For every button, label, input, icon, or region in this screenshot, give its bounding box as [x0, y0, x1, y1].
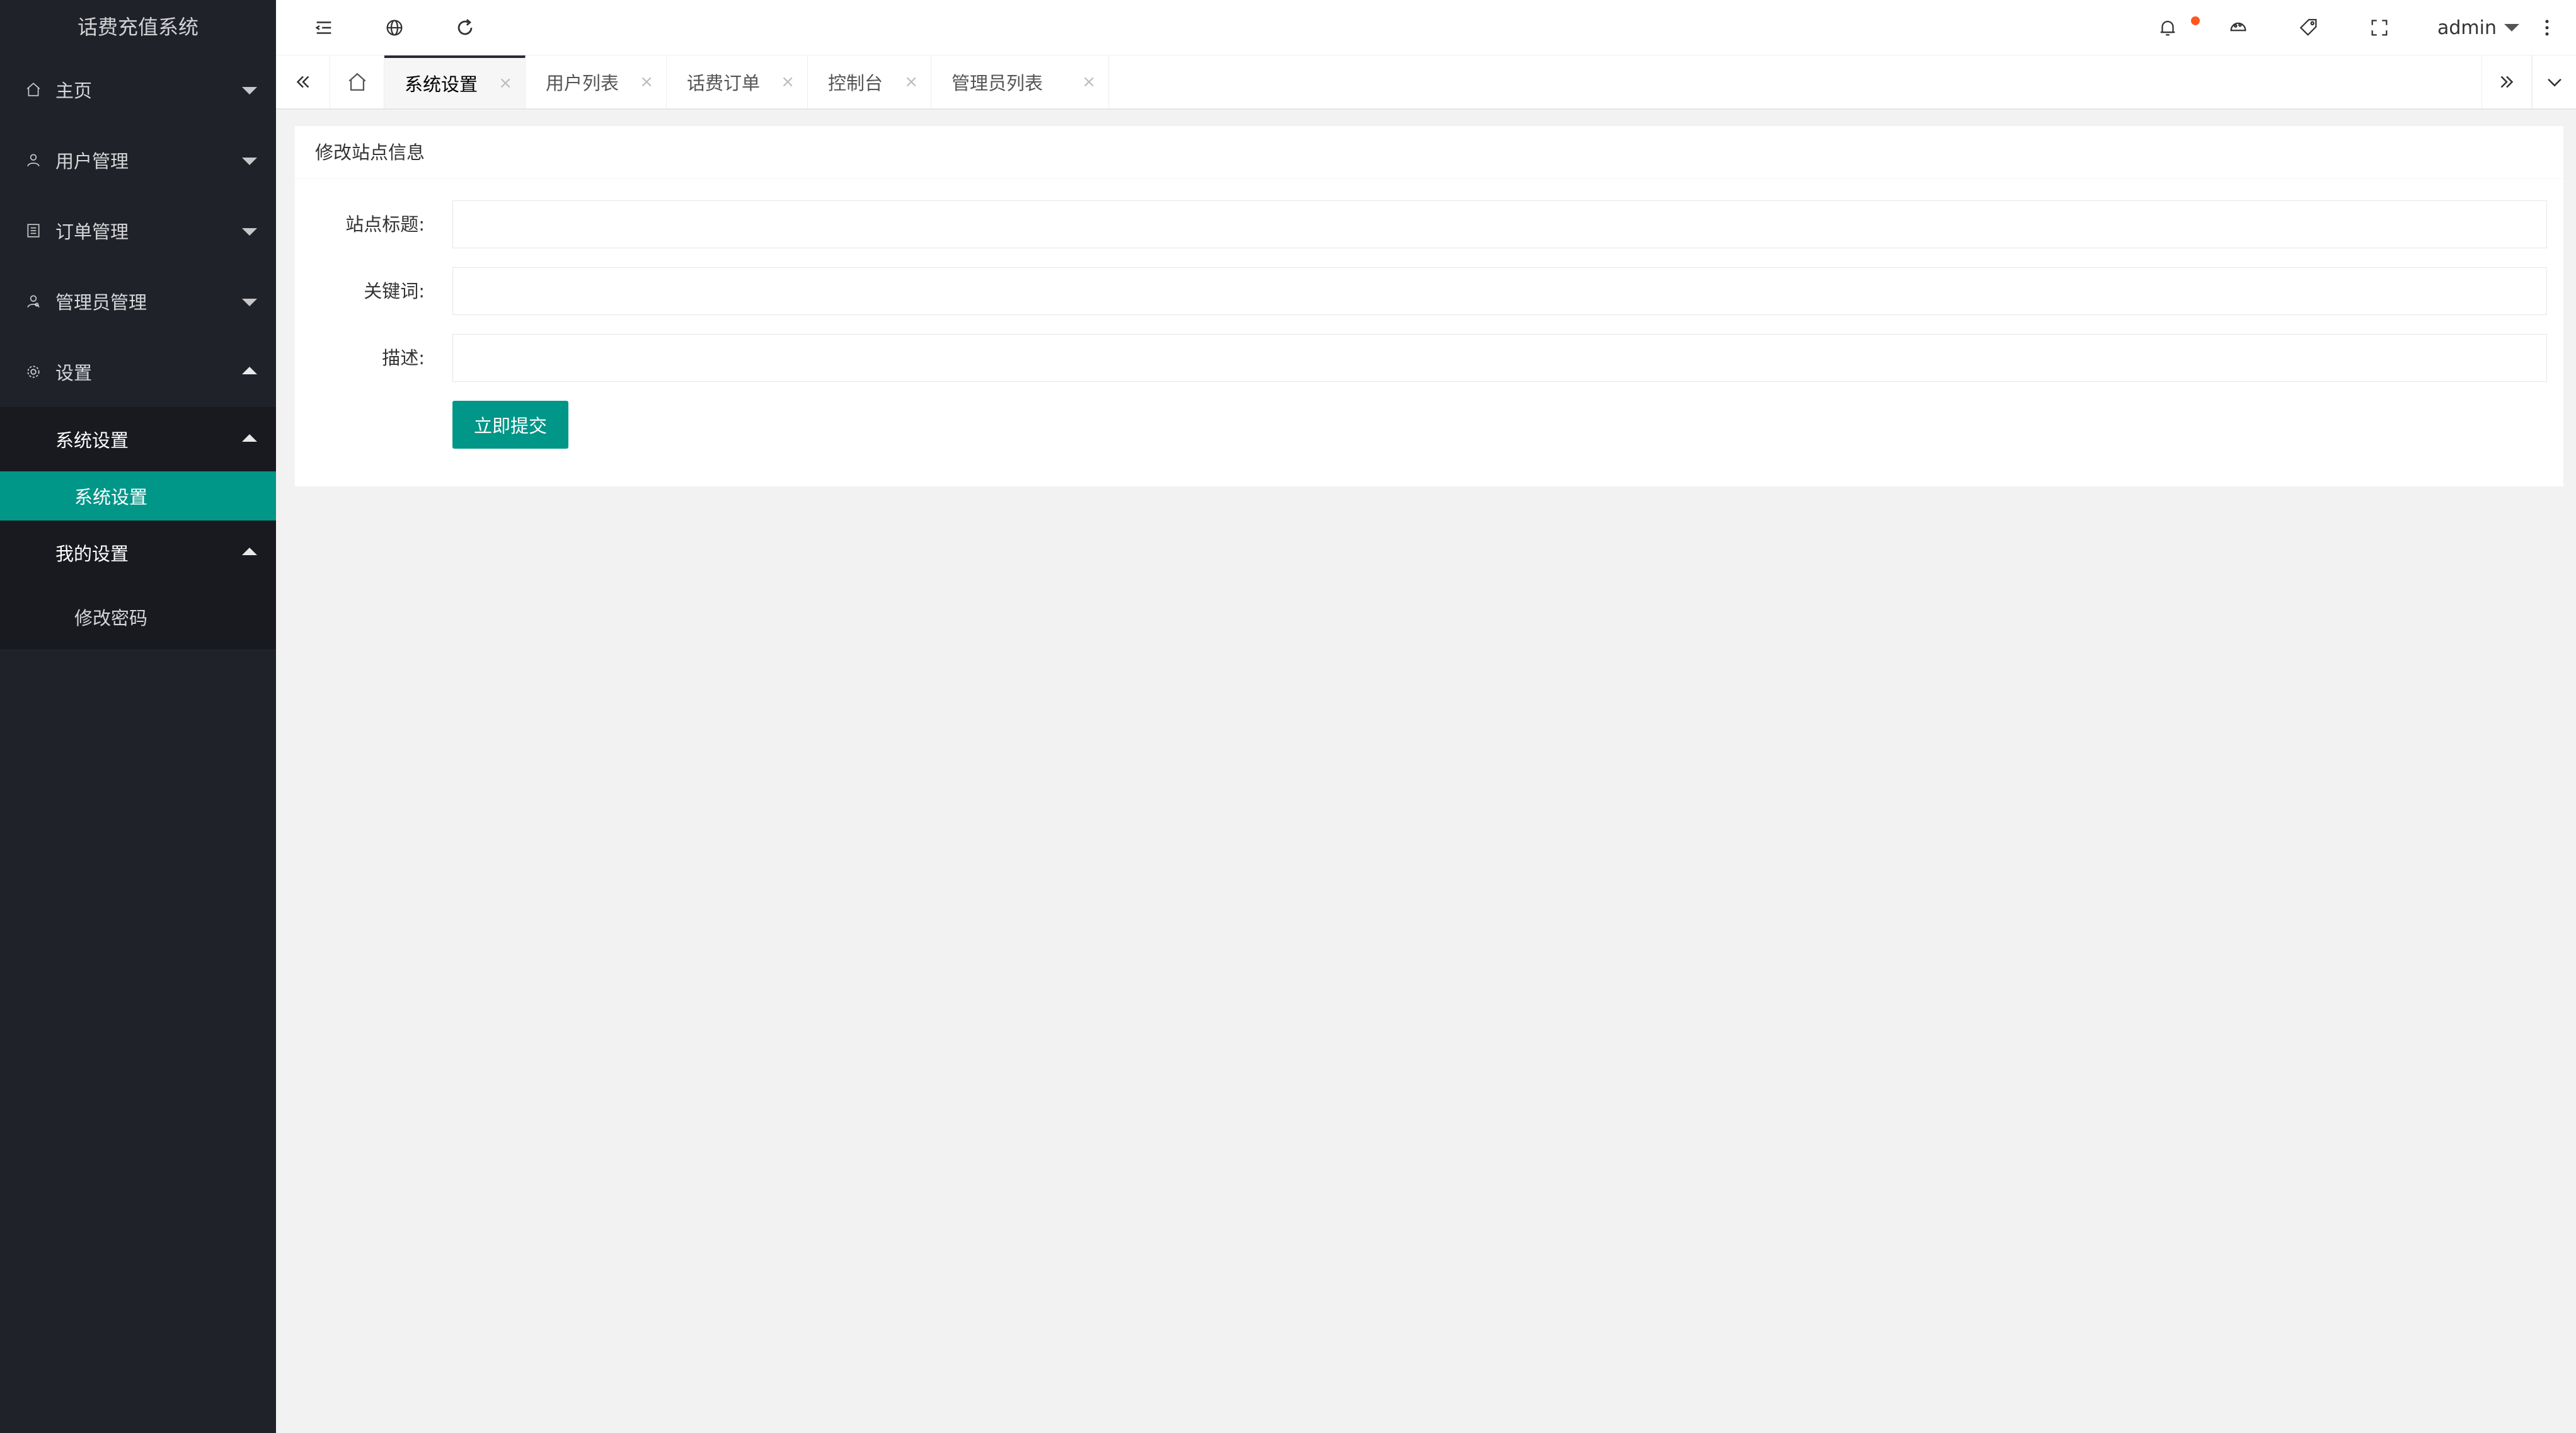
sidebar-item-label: 主页 [55, 80, 93, 101]
tab-system-settings[interactable]: 系统设置 × [384, 55, 526, 108]
tab-console[interactable]: 控制台 × [808, 55, 931, 108]
keywords-input[interactable] [452, 267, 2547, 315]
tabs-bar: 系统设置 × 用户列表 × 话费订单 × 控制台 × 管理员列表 × [276, 55, 2576, 110]
tab-label: 控制台 [828, 72, 883, 94]
tag-icon[interactable] [2295, 14, 2323, 42]
globe-icon[interactable] [381, 14, 408, 42]
submit-button[interactable]: 立即提交 [452, 401, 568, 449]
more-icon[interactable] [2533, 14, 2561, 42]
sidebar-item-users[interactable]: 用户管理 [0, 125, 276, 195]
description-label: 描述: [382, 347, 425, 369]
close-icon[interactable]: × [1082, 72, 1096, 91]
form-row-description: 描述: [295, 334, 2563, 382]
tab-admin-list[interactable]: 管理员列表 × [931, 55, 1109, 108]
tabs-scroll-left-button[interactable] [276, 55, 330, 108]
tab-user-list[interactable]: 用户列表 × [526, 55, 667, 108]
sidebar: 话费充值系统 主页 用户管理 订单管理 管理员管理 设置 系统设置 系统设置 我… [0, 0, 276, 1433]
close-icon[interactable]: × [904, 72, 918, 91]
submenu-group-label: 系统设置 [55, 430, 129, 451]
sidebar-item-settings[interactable]: 设置 [0, 337, 276, 407]
user-icon [24, 151, 43, 170]
form-row-keywords: 关键词: [295, 267, 2563, 315]
tab-label: 用户列表 [546, 72, 619, 94]
submenu-group-system-settings[interactable]: 系统设置 [0, 407, 276, 471]
sidebar-item-label: 订单管理 [55, 221, 129, 243]
user-menu[interactable]: admin [2437, 14, 2519, 42]
submenu-item-change-password[interactable]: 修改密码 [0, 585, 276, 649]
settings-submenu: 系统设置 系统设置 我的设置 修改密码 [0, 407, 276, 649]
chevron-up-icon [242, 434, 257, 442]
order-icon [24, 221, 43, 240]
chevron-down-icon [242, 299, 257, 306]
notification-dot [2191, 16, 2200, 25]
sidebar-item-home[interactable]: 主页 [0, 54, 276, 125]
home-icon [24, 80, 43, 99]
sidebar-item-label: 管理员管理 [55, 292, 147, 313]
card-title: 修改站点信息 [295, 126, 2563, 179]
tab-label: 话费订单 [687, 72, 761, 94]
bell-icon[interactable] [2154, 14, 2182, 42]
submenu-item-system-settings[interactable]: 系统设置 [0, 471, 276, 521]
submenu-group-my-settings[interactable]: 我的设置 [0, 521, 276, 585]
home-icon [348, 72, 366, 91]
tab-label: 系统设置 [405, 74, 478, 95]
site-title-input[interactable] [452, 200, 2547, 248]
top-header: admin [276, 0, 2576, 55]
description-input[interactable] [452, 334, 2547, 382]
close-icon[interactable]: × [498, 74, 512, 93]
chevron-down-icon [2504, 24, 2519, 32]
site-info-card: 修改站点信息 站点标题: 关键词: 描述: 立即提交 [295, 126, 2563, 486]
chevron-up-icon [242, 548, 257, 555]
chevron-up-icon [242, 367, 257, 374]
close-icon[interactable]: × [640, 72, 653, 91]
close-icon[interactable]: × [781, 72, 795, 91]
chevron-down-icon [242, 228, 257, 236]
sidebar-item-label: 用户管理 [55, 151, 129, 172]
username-label: admin [2437, 16, 2497, 39]
double-chevron-left-icon [296, 76, 309, 88]
tab-label: 管理员列表 [952, 72, 1044, 94]
menu-toggle-icon[interactable] [310, 14, 338, 42]
tabs-scroll-right-button[interactable] [2481, 55, 2532, 108]
sidebar-item-orders[interactable]: 订单管理 [0, 195, 276, 266]
form-row-site-title: 站点标题: [295, 200, 2563, 248]
tab-home[interactable] [330, 55, 384, 108]
chevron-down-icon [2547, 78, 2562, 87]
sidebar-item-admins[interactable]: 管理员管理 [0, 266, 276, 337]
keywords-label: 关键词: [364, 280, 425, 302]
submenu-group-label: 我的设置 [55, 543, 129, 565]
site-title-label: 站点标题: [345, 214, 425, 235]
theme-icon[interactable] [2224, 14, 2252, 42]
tab-recharge-orders[interactable]: 话费订单 × [667, 55, 808, 108]
admin-icon [24, 292, 43, 311]
chevron-down-icon [242, 87, 257, 95]
tabs-menu-button[interactable] [2532, 55, 2576, 108]
app-logo-title: 话费充值系统 [77, 15, 198, 39]
sidebar-item-label: 设置 [55, 362, 93, 384]
refresh-icon[interactable] [451, 14, 479, 42]
fullscreen-icon[interactable] [2366, 14, 2393, 42]
chevron-down-icon [242, 158, 257, 165]
gear-icon [24, 362, 43, 381]
double-chevron-right-icon [2500, 76, 2514, 88]
